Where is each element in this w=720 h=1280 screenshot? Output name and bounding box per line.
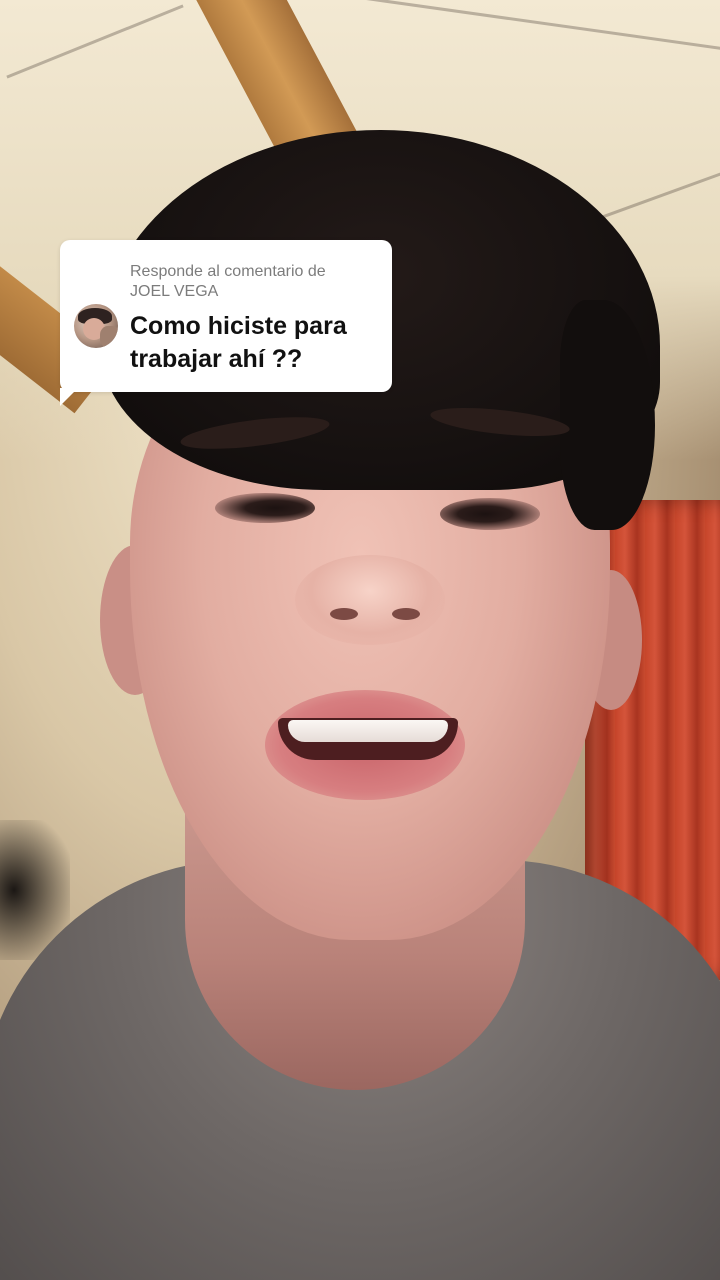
reply-header: Responde al comentario de JOEL VEGA: [130, 262, 376, 302]
commenter-avatar[interactable]: [74, 304, 118, 348]
video-frame[interactable]: Responde al comentario de JOEL VEGA Como…: [0, 0, 720, 1280]
comment-reply-sticker[interactable]: Responde al comentario de JOEL VEGA Como…: [60, 240, 392, 392]
left-eye: [215, 493, 315, 523]
nose: [295, 555, 445, 645]
commenter-username: JOEL VEGA: [130, 283, 219, 300]
left-nostril: [330, 608, 358, 620]
comment-text: Como hiciste para trabajar ahí ??: [130, 312, 347, 373]
reply-header-prefix: Responde al comentario de: [130, 263, 326, 280]
bubble-tail: [60, 388, 78, 406]
right-nostril: [392, 608, 420, 620]
right-eye: [440, 498, 540, 530]
teeth: [288, 720, 448, 742]
avatar-arm: [100, 326, 118, 348]
